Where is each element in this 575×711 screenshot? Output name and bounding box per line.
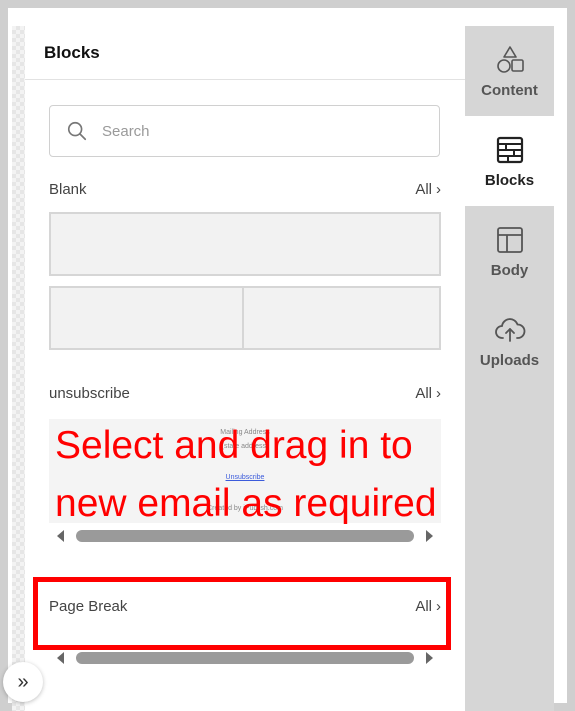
active-tab-pointer: [455, 150, 465, 172]
preview-unsubscribe-link: Unsubscribe: [225, 474, 265, 481]
search-box[interactable]: [49, 105, 440, 157]
canvas-edge: [12, 26, 25, 711]
annotation-highlight-box: [33, 577, 451, 650]
page-break-scrollbar[interactable]: [49, 648, 441, 668]
scroll-right-icon[interactable]: [426, 652, 433, 664]
layout-icon: [496, 226, 523, 253]
chevron-right-icon: ›: [436, 385, 441, 402]
all-link-blank[interactable]: All ›: [415, 181, 441, 198]
blank-section-header: Blank All ›: [49, 181, 441, 198]
tab-label-content: Content: [481, 81, 538, 99]
side-tab-bar: Content Blocks Body Uploads: [465, 26, 554, 711]
search-input[interactable]: [102, 122, 402, 140]
tab-content[interactable]: Content: [465, 26, 554, 116]
tab-label-uploads: Uploads: [479, 351, 540, 369]
unsubscribe-scrollbar[interactable]: [49, 526, 441, 546]
unsubscribe-section-header: unsubscribe All ›: [49, 385, 441, 402]
scroll-right-icon[interactable]: [426, 530, 433, 542]
tab-uploads[interactable]: Uploads: [465, 296, 554, 386]
panel-header: Blocks: [25, 26, 465, 80]
scroll-left-icon[interactable]: [57, 530, 64, 542]
all-label: All: [415, 385, 432, 402]
section-title-unsubscribe: unsubscribe: [49, 385, 130, 402]
all-label: All: [415, 181, 432, 198]
scroll-left-icon[interactable]: [57, 652, 64, 664]
expand-panel-button[interactable]: »: [3, 662, 43, 702]
scroll-thumb[interactable]: [76, 530, 414, 542]
blocks-icon: [496, 136, 523, 163]
chevron-right-icon: ›: [436, 181, 441, 198]
search-icon: [67, 121, 87, 141]
annotation-line-2: new email as required: [55, 482, 437, 525]
tab-label-body: Body: [490, 261, 529, 279]
tab-blocks[interactable]: Blocks: [465, 116, 554, 206]
all-link-unsubscribe[interactable]: All ›: [415, 385, 441, 402]
section-title-blank: Blank: [49, 181, 87, 198]
scroll-thumb[interactable]: [76, 652, 414, 664]
tab-label-blocks: Blocks: [484, 171, 535, 189]
tab-body[interactable]: Body: [465, 206, 554, 296]
double-chevron-right-icon: »: [17, 670, 29, 693]
shapes-icon: [496, 45, 524, 73]
cloud-upload-icon: [494, 317, 525, 342]
blank-block-two-column-right[interactable]: [242, 286, 441, 350]
panel-title: Blocks: [44, 42, 100, 62]
annotation-line-1: Select and drag in to: [55, 424, 413, 467]
blank-block-one-column[interactable]: [49, 212, 441, 276]
blank-block-two-column-left[interactable]: [49, 286, 244, 350]
